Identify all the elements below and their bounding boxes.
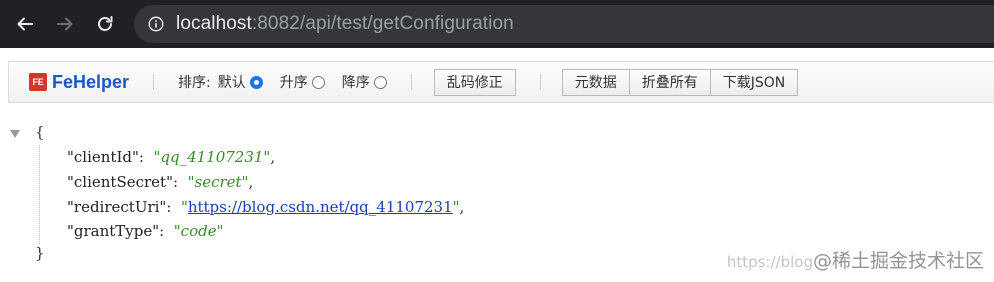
json-link-value[interactable]: https://blog.csdn.net/qq_41107231 — [188, 198, 453, 216]
sort-option-label: 默认 — [217, 75, 246, 91]
json-string-value: "code" — [173, 222, 224, 240]
json-entry-clientId: "clientId": "qq_41107231", — [67, 148, 276, 166]
forward-button[interactable] — [49, 8, 81, 40]
indent-guide — [39, 145, 40, 244]
json-key: "clientSecret" — [67, 173, 173, 191]
arrow-left-icon — [17, 17, 33, 31]
json-key: "redirectUri" — [67, 198, 167, 216]
radio-checked-icon[interactable] — [249, 75, 263, 89]
divider — [410, 74, 412, 90]
reload-button[interactable] — [89, 8, 121, 40]
json-key: "grantType" — [67, 222, 160, 240]
back-button[interactable] — [9, 8, 41, 40]
address-bar[interactable]: localhost:8082/api/test/getConfiguration — [134, 5, 994, 43]
json-entry-grantType: "grantType": "code" — [67, 222, 224, 240]
url-path: :8082/api/test/getConfiguration — [251, 13, 514, 34]
download-json-button[interactable]: 下载JSON — [710, 68, 799, 96]
fix-encoding-button[interactable]: 乱码修正 — [433, 68, 516, 96]
fehelper-logo: FE FeHelper — [29, 72, 129, 93]
metadata-button[interactable]: 元数据 — [561, 68, 630, 96]
watermark-brand: @稀土掘金技术社区 — [812, 250, 984, 272]
collapse-toggle-icon[interactable] — [9, 129, 21, 139]
sort-option-label: 升序 — [279, 75, 308, 91]
json-key: "clientId" — [67, 148, 139, 166]
json-entry-clientSecret: "clientSecret": "secret", — [67, 173, 254, 191]
watermark-url: https://blog — [726, 253, 813, 271]
json-entry-redirectUri: "redirectUri": "https://blog.csdn.net/qq… — [67, 198, 465, 216]
sort-option-default[interactable]: 默认 — [218, 72, 263, 92]
watermark: https://blog@稀土掘金技术社区 — [727, 246, 984, 273]
sort-option-descending[interactable]: 降序 — [342, 72, 387, 92]
arrow-right-icon — [57, 17, 73, 31]
sort-option-label: 降序 — [341, 75, 370, 91]
reload-icon — [98, 16, 113, 31]
sort-option-ascending[interactable]: 升序 — [280, 72, 325, 92]
radio-unchecked-icon[interactable] — [311, 75, 325, 89]
collapse-all-button[interactable]: 折叠所有 — [629, 68, 711, 96]
sort-label: 排序: — [178, 75, 211, 91]
site-info-icon[interactable] — [146, 14, 166, 34]
json-open-brace: { — [35, 123, 45, 141]
fehelper-logo-icon: FE — [29, 73, 47, 91]
action-button-group: 元数据 折叠所有 下载JSON — [561, 68, 799, 96]
json-string-value: "qq_41107231" — [153, 148, 271, 166]
divider — [539, 74, 541, 90]
json-string-value: "secret" — [187, 173, 249, 191]
url-text: localhost:8082/api/test/getConfiguration — [176, 13, 514, 35]
fehelper-logo-text: FeHelper — [52, 71, 130, 92]
json-close-brace: } — [35, 244, 45, 262]
browser-toolbar: localhost:8082/api/test/getConfiguration — [0, 0, 994, 48]
radio-unchecked-icon[interactable] — [373, 75, 387, 89]
url-host: localhost — [176, 13, 252, 34]
divider — [153, 74, 155, 90]
fehelper-toolbar: FE FeHelper 排序: 默认 升序 降序 乱码修正 元数据 折叠所有 下… — [8, 61, 994, 103]
